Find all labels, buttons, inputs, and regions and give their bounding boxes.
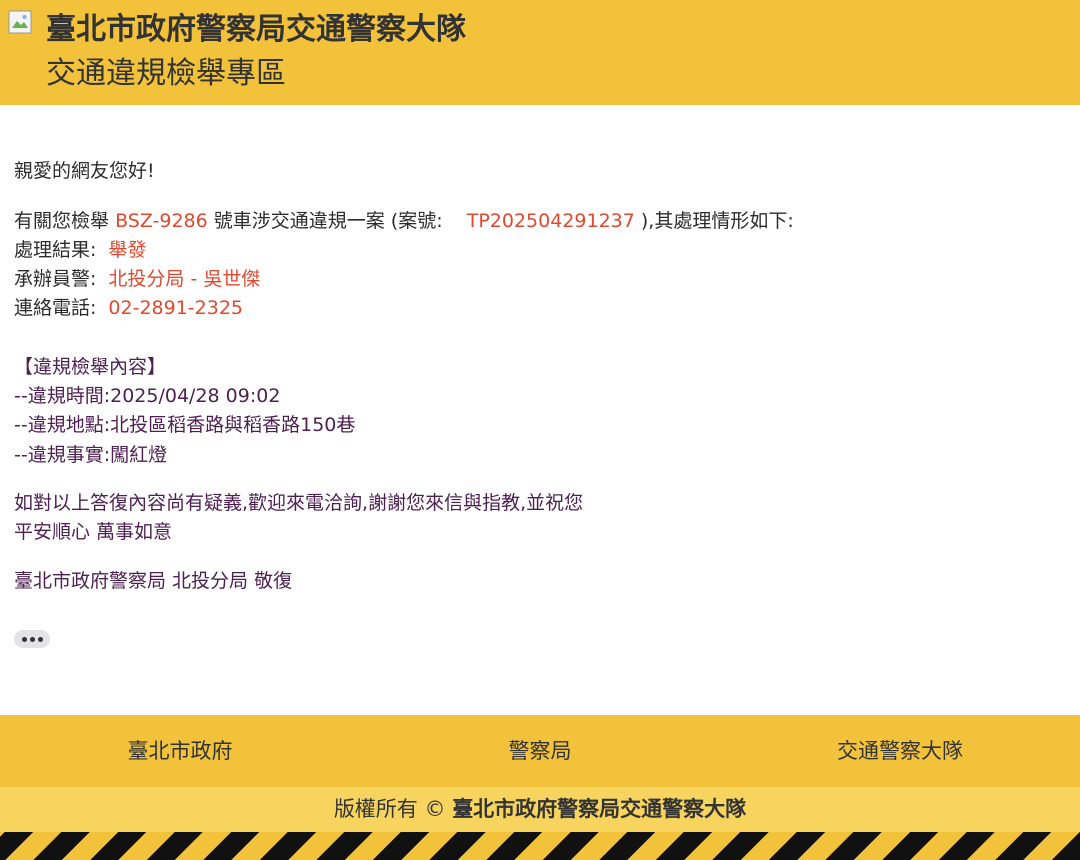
place-row: --違規地點:北投區稻香路與稻香路150巷 xyxy=(14,411,355,439)
place-label: --違規地點: xyxy=(14,414,111,436)
officer-label: 承辦員警: xyxy=(14,268,97,290)
ellipsis-dot-icon xyxy=(37,636,43,642)
officer-row: 承辦員警: 北投分局 - 吳世傑 xyxy=(14,265,260,293)
intro-line: 有關您檢舉 BSZ-9286 號車涉交通違規一案 (案號: TP20250429… xyxy=(14,207,794,235)
time-value: 2025/04/28 09:02 xyxy=(110,385,281,407)
copyright-bar: 版權所有 © 臺北市政府警察局交通警察大隊 xyxy=(0,787,1080,832)
plate-number: BSZ-9286 xyxy=(115,210,208,232)
intro-prefix: 有關您檢舉 xyxy=(14,210,110,232)
result-row: 處理結果: 舉發 xyxy=(14,236,146,264)
phone-value: 02-2891-2325 xyxy=(108,297,244,319)
time-label: --違規時間: xyxy=(14,385,111,407)
section-title: 交通違規檢舉專區 xyxy=(46,56,286,91)
phone-label: 連絡電話: xyxy=(14,297,97,319)
fact-row: --違規事實:闖紅燈 xyxy=(14,441,167,469)
place-value: 北投區稻香路與稻香路150巷 xyxy=(110,414,356,436)
case-number: TP202504291237 xyxy=(466,210,635,232)
copyright-prefix: 版權所有 © xyxy=(333,797,446,821)
fact-value: 闖紅燈 xyxy=(110,444,168,466)
report-heading: 【違規檢舉內容】 xyxy=(14,356,167,378)
greeting: 親愛的網友您好! xyxy=(14,160,155,182)
ellipsis-dot-icon xyxy=(21,636,27,642)
time-row: --違規時間:2025/04/28 09:02 xyxy=(14,382,280,410)
copyright-owner: 臺北市政府警察局交通警察大隊 xyxy=(452,797,747,821)
footer-link-police-department[interactable]: 警察局 xyxy=(360,715,720,787)
result-label: 處理結果: xyxy=(14,239,97,261)
phone-row: 連絡電話: 02-2891-2325 xyxy=(14,294,243,322)
footer-link-taipei-government[interactable]: 臺北市政府 xyxy=(0,715,360,787)
org-title: 臺北市政府警察局交通警察大隊 xyxy=(46,12,466,47)
intro-middle: 號車涉交通違規一案 (案號: xyxy=(213,210,443,232)
closing-line-1: 如對以上答復內容尚有疑義,歡迎來電洽詢,謝謝您來信與指教,並祝您 xyxy=(14,492,584,514)
result-value: 舉發 xyxy=(108,239,147,261)
footer-nav: 臺北市政府 警察局 交通警察大隊 xyxy=(0,715,1080,787)
closing-line-2: 平安順心 萬事如意 xyxy=(14,521,173,543)
show-more-button[interactable] xyxy=(14,630,50,648)
broken-image-icon xyxy=(8,10,32,34)
site-header: 臺北市政府警察局交通警察大隊 交通違規檢舉專區 xyxy=(0,0,1080,105)
ellipsis-dot-icon xyxy=(29,636,35,642)
fact-label: --違規事實: xyxy=(14,444,111,466)
signature: 臺北市政府警察局 北投分局 敬復 xyxy=(14,570,293,592)
officer-value: 北投分局 - 吳世傑 xyxy=(108,268,261,290)
intro-suffix: ),其處理情形如下: xyxy=(640,210,794,232)
hazard-stripe-decoration xyxy=(0,832,1080,860)
footer-link-traffic-police[interactable]: 交通警察大隊 xyxy=(720,715,1080,787)
